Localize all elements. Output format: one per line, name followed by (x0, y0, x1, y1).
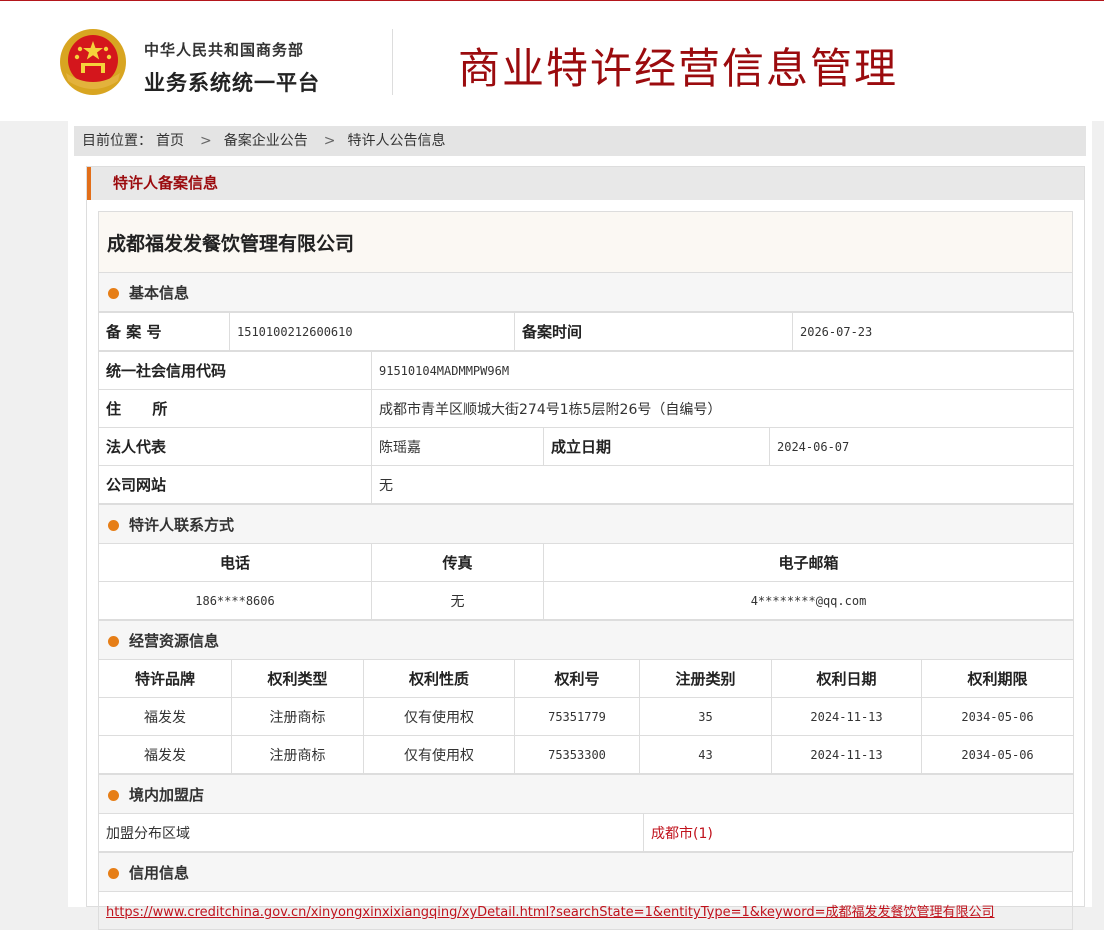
credit-code-value: 91510104MADMMPW96M (370, 351, 1075, 390)
col-right-nature: 权利性质 (363, 659, 515, 698)
reg-class-cell: 43 (639, 735, 772, 774)
breadcrumb-home[interactable]: 首页 (156, 133, 184, 149)
col-brand: 特许品牌 (98, 659, 232, 698)
founded-label: 成立日期 (543, 427, 770, 466)
col-right-term: 权利期限 (920, 659, 1075, 698)
right-date-cell: 2024-11-13 (771, 735, 922, 774)
website-value: 无 (370, 465, 1075, 504)
brand-cell: 福发发 (98, 735, 232, 774)
section-title: 信用信息 (129, 863, 190, 882)
right-type-cell: 注册商标 (231, 697, 364, 736)
address-label: 住 所 (98, 389, 372, 428)
col-reg-class: 注册类别 (639, 659, 772, 698)
section-resources: 经营资源信息 (97, 620, 1075, 660)
chevron-right-icon: > (200, 133, 212, 149)
right-no-cell: 75351779 (514, 697, 640, 736)
record-time-value: 2026-07-23 (792, 312, 1074, 351)
detail-table: 统一社会信用代码 91510104MADMMPW96M 住 所 成都市青羊区顺城… (98, 351, 1075, 504)
legal-rep-value: 陈瑶嘉 (371, 427, 544, 466)
website-label: 公司网站 (98, 465, 372, 504)
founded-value: 2024-06-07 (768, 427, 1075, 466)
credit-code-label: 统一社会信用代码 (98, 351, 372, 390)
store-area-link[interactable]: 成都市(1) (642, 813, 1075, 852)
record-time-label: 备案时间 (514, 312, 793, 351)
legal-rep-label: 法人代表 (98, 427, 372, 466)
bullet-icon (108, 867, 119, 879)
stores-table: 境内加盟店 加盟分布区域 成都市(1) (97, 774, 1075, 852)
col-right-type: 权利类型 (231, 659, 364, 698)
right-date-cell: 2024-11-13 (771, 697, 922, 736)
col-right-no: 权利号 (514, 659, 640, 698)
company-name: 成都福发发餐饮管理有限公司 (98, 211, 1073, 273)
bullet-icon (108, 635, 119, 647)
reg-class-cell: 35 (639, 697, 772, 736)
section-title: 境内加盟店 (129, 785, 205, 804)
section-basic-info: 基本信息 (98, 272, 1073, 312)
brand-cell: 福发发 (98, 697, 232, 736)
section-stores: 境内加盟店 (97, 774, 1075, 814)
panel-title: 特许人备案信息 (87, 167, 1084, 200)
phone-header: 电话 (98, 543, 372, 582)
basic-info-table: 备 案 号 1510100212600610 备案时间 2026-07-23 (98, 312, 1074, 351)
email-header: 电子邮箱 (543, 543, 1074, 582)
phone-value: 186****8606 (98, 581, 372, 620)
right-term-cell: 2034-05-06 (920, 735, 1075, 774)
system-title: 商业特许经营信息管理 (458, 44, 899, 93)
fax-header: 传真 (371, 543, 544, 582)
address-value: 成都市青羊区顺城大街274号1栋5层附26号（自编号） (370, 389, 1075, 428)
store-area-label: 加盟分布区域 (98, 813, 644, 852)
right-nature-cell: 仅有使用权 (363, 697, 515, 736)
email-value: 4********@qq.com (543, 581, 1074, 620)
header-divider (392, 29, 393, 95)
breadcrumb: 目前位置： 首页 > 备案企业公告 > 特许人公告信息 (74, 126, 1086, 156)
platform-name: 业务系统统一平台 (144, 71, 320, 95)
right-term-cell: 2034-05-06 (920, 697, 1075, 736)
breadcrumb-filing-notices[interactable]: 备案企业公告 (224, 133, 308, 149)
right-no-cell: 75353300 (514, 735, 640, 774)
section-contact: 特许人联系方式 (98, 504, 1074, 544)
ministry-name: 中华人民共和国商务部 (144, 41, 305, 59)
bullet-icon (108, 519, 119, 531)
section-title: 特许人联系方式 (129, 515, 235, 534)
record-no-value: 1510100212600610 (229, 312, 515, 351)
fax-value: 无 (371, 581, 544, 620)
national-emblem-icon (60, 29, 126, 95)
table-row: 福发发 注册商标 仅有使用权 75351779 35 2024-11-13 20… (98, 697, 1075, 736)
site-header: 中华人民共和国商务部 业务系统统一平台 商业特许经营信息管理 (0, 0, 1104, 121)
company-table: 成都福发发餐饮管理有限公司 基本信息 (98, 211, 1073, 312)
breadcrumb-current: 特许人公告信息 (347, 133, 446, 149)
bullet-icon (108, 789, 119, 801)
bullet-icon (108, 287, 119, 299)
credit-table: 信用信息 https://www.creditchina.gov.cn/xiny… (98, 852, 1073, 930)
franchisor-content: 成都福发发餐饮管理有限公司 基本信息 备 案 号 151010021260061… (97, 211, 1075, 930)
col-right-date: 权利日期 (771, 659, 922, 698)
right-type-cell: 注册商标 (231, 735, 364, 774)
chevron-right-icon: > (323, 133, 336, 149)
section-title: 基本信息 (129, 283, 190, 302)
right-nature-cell: 仅有使用权 (363, 735, 515, 774)
table-row: 福发发 注册商标 仅有使用权 75353300 43 2024-11-13 20… (98, 735, 1075, 774)
credit-link[interactable]: https://www.creditchina.gov.cn/xinyongxi… (98, 891, 1073, 930)
section-credit: 信用信息 (98, 852, 1073, 892)
record-no-label: 备 案 号 (98, 312, 230, 351)
contact-table: 特许人联系方式 电话 传真 电子邮箱 186****8606 无 4******… (98, 504, 1074, 620)
breadcrumb-prefix: 目前位置： (82, 133, 152, 149)
section-title: 经营资源信息 (129, 631, 220, 650)
resources-table: 经营资源信息 特许品牌 权利类型 权利性质 权利号 注册类别 权利日期 权利期限… (97, 620, 1075, 774)
